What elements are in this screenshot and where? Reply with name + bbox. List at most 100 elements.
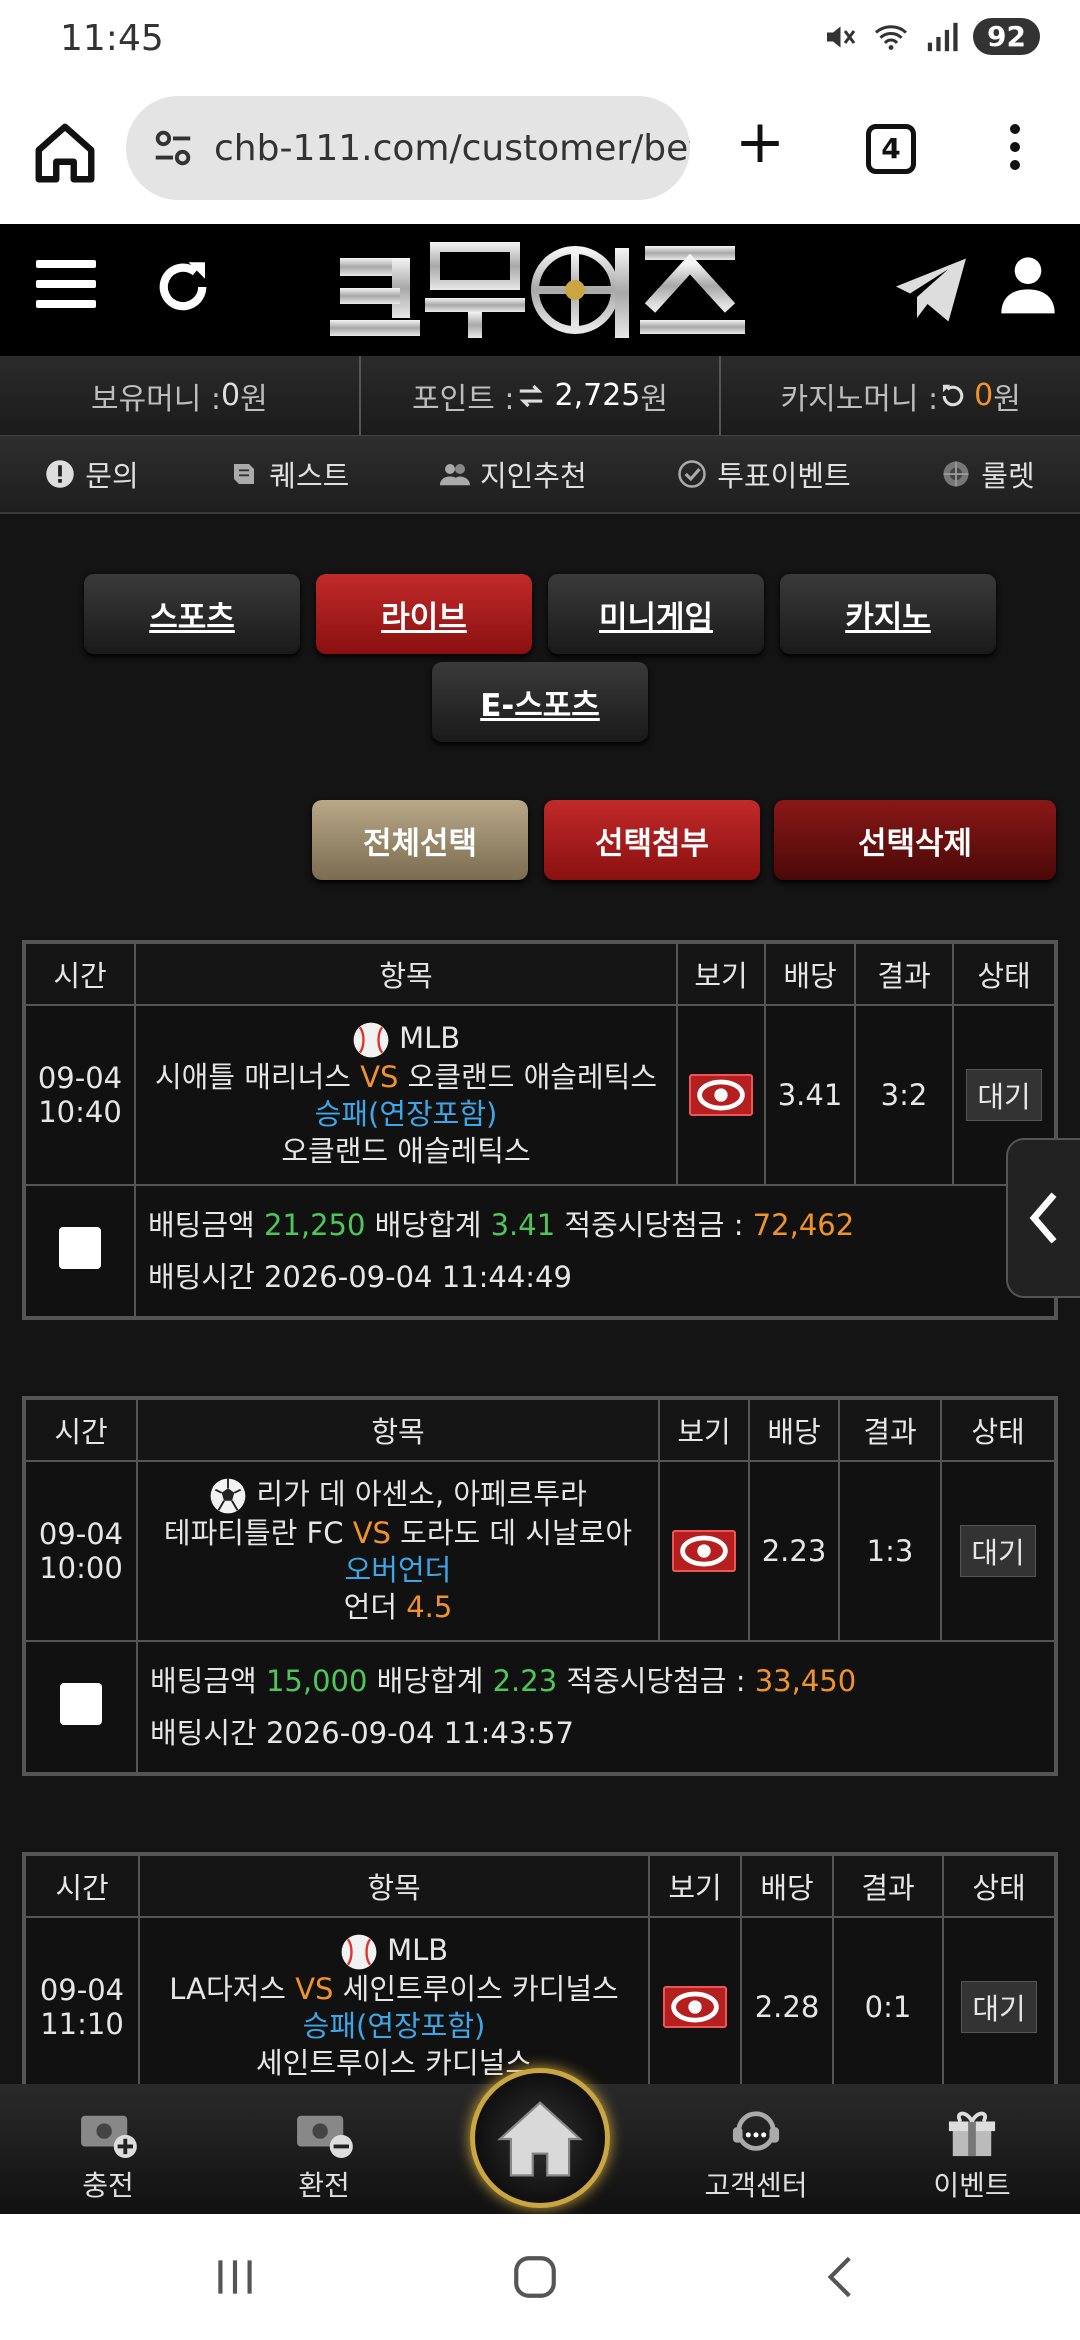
- col-time: 시간: [24, 1854, 140, 1918]
- support-icon: [732, 2111, 780, 2151]
- casino-money[interactable]: 카지노머니 : 0 원: [721, 356, 1080, 435]
- balance-bar: 보유머니 : 0 원 포인트 : 2,725 원 카지노머니 : 0 원: [0, 356, 1080, 436]
- bet-summary: 배팅금액 21,250 배당합계 3.41 적중시당첨금 : 72,462 배팅…: [134, 1184, 1056, 1318]
- eye-icon[interactable]: [689, 1074, 753, 1116]
- url-bar[interactable]: chb-111.com/customer/bet_: [126, 96, 690, 200]
- tab-switcher-button[interactable]: 4: [866, 124, 916, 174]
- gift-icon: [948, 2111, 996, 2157]
- browser-home-icon[interactable]: [30, 118, 100, 188]
- soccer-icon: [210, 1478, 246, 1514]
- bet-result: 3:2: [854, 1004, 954, 1186]
- home-button[interactable]: [470, 2068, 610, 2208]
- menu-item-quest[interactable]: 퀘스트: [229, 453, 349, 495]
- bet-odds: 2.23: [748, 1460, 840, 1642]
- tab-live[interactable]: 라이브: [316, 574, 532, 654]
- bet-item: MLB LA다저스 VS 세인트루이스 카디널스 승패(연장포함) 세인트루이스…: [138, 1916, 650, 2088]
- reload-icon[interactable]: [938, 381, 968, 411]
- point-money[interactable]: 포인트 : 2,725 원: [361, 356, 722, 435]
- bet-item: MLB 시애틀 매리너스 VS 오클랜드 애슬레틱스 승패(연장포함) 오클랜드…: [134, 1004, 678, 1186]
- tab-minigame[interactable]: 미니게임: [548, 574, 764, 654]
- attach-selected-button[interactable]: 선택첨부: [544, 800, 760, 880]
- nav-withdraw[interactable]: 환전: [216, 2084, 432, 2214]
- status-badge[interactable]: 대기: [960, 1525, 1036, 1577]
- eye-icon[interactable]: [663, 1986, 727, 2028]
- view-cell: [658, 1460, 750, 1642]
- hamburger-menu-icon[interactable]: [36, 260, 96, 314]
- refresh-icon[interactable]: [150, 254, 216, 320]
- system-home-icon[interactable]: [510, 2252, 560, 2302]
- select-cell: [24, 1640, 138, 1774]
- col-view: 보기: [676, 942, 766, 1006]
- col-time: 시간: [24, 942, 136, 1006]
- view-cell: [676, 1004, 766, 1186]
- eye-icon[interactable]: [672, 1530, 736, 1572]
- col-result: 결과: [838, 1398, 942, 1462]
- col-item: 항목: [138, 1854, 650, 1918]
- nav-event[interactable]: 이벤트: [864, 2084, 1080, 2214]
- status-bar: 11:45 92: [0, 0, 1080, 80]
- bet-checkbox[interactable]: [59, 1226, 101, 1269]
- bet-result: 0:1: [832, 1916, 944, 2088]
- col-status: 상태: [952, 942, 1056, 1006]
- menu-item-inquiry[interactable]: 문의: [45, 453, 139, 495]
- col-odds: 배당: [748, 1398, 840, 1462]
- menu-item-vote-event[interactable]: 투표이벤트: [677, 453, 851, 495]
- quest-icon: [234, 464, 255, 484]
- menu-item-referral[interactable]: 지인추천: [439, 453, 587, 495]
- mute-icon: [827, 26, 856, 47]
- exchange-icon[interactable]: [514, 381, 548, 411]
- site-settings-icon[interactable]: [150, 125, 196, 171]
- deposit-icon: [81, 2115, 137, 2158]
- col-status: 상태: [942, 1854, 1056, 1918]
- nav-support[interactable]: 고객센터: [648, 2084, 864, 2214]
- tab-sports[interactable]: 스포츠: [84, 574, 300, 654]
- col-status: 상태: [940, 1398, 1056, 1462]
- col-item: 항목: [134, 942, 678, 1006]
- user-icon[interactable]: [996, 246, 1060, 322]
- chevron-left-icon: [1029, 1192, 1057, 1244]
- bet-result: 1:3: [838, 1460, 942, 1642]
- recent-apps-icon[interactable]: [210, 2252, 260, 2302]
- hold-money: 보유머니 : 0 원: [0, 356, 361, 435]
- bet-card: 시간 항목 보기 배당 결과 상태 09-04 10:40 MLB 시애틀 매리너…: [22, 940, 1058, 1320]
- nav-deposit[interactable]: 충전: [0, 2084, 216, 2214]
- status-icons: 92: [821, 18, 1040, 55]
- tab-casino[interactable]: 카지노: [780, 574, 996, 654]
- back-icon[interactable]: [816, 2252, 866, 2302]
- bet-item: 리가 데 아센소, 아페르투라 테파티틀란 FC VS 도라도 데 시날로아 오…: [136, 1460, 660, 1642]
- view-cell: [648, 1916, 742, 2088]
- status-cell: 대기: [942, 1916, 1056, 2088]
- col-odds: 배당: [740, 1854, 834, 1918]
- site-logo[interactable]: [330, 228, 750, 352]
- bet-time: 09-04 11:10: [24, 1916, 140, 2088]
- col-time: 시간: [24, 1398, 138, 1462]
- site-header: [0, 224, 1080, 356]
- tab-esports[interactable]: E-스포츠: [432, 662, 648, 742]
- browser-menu-icon[interactable]: [1000, 118, 1030, 178]
- bet-odds: 2.28: [740, 1916, 834, 2088]
- signal-icon: [927, 22, 958, 51]
- status-badge[interactable]: 대기: [966, 1069, 1042, 1121]
- col-result: 결과: [854, 942, 954, 1006]
- browser-toolbar: chb-111.com/customer/bet_ + 4: [0, 80, 1080, 224]
- menu-item-roulette[interactable]: 룰렛: [941, 453, 1035, 495]
- vote-icon: [678, 460, 707, 488]
- system-nav-bar: [0, 2214, 1080, 2340]
- status-badge[interactable]: 대기: [961, 1981, 1037, 2033]
- status-time: 11:45: [60, 18, 164, 59]
- bet-checkbox[interactable]: [60, 1682, 102, 1725]
- info-icon: [46, 460, 75, 488]
- quick-menu: 문의 퀘스트 지인추천 투표이벤트 룰렛: [0, 436, 1080, 514]
- side-panel-toggle[interactable]: [1006, 1138, 1080, 1298]
- col-item: 항목: [136, 1398, 660, 1462]
- telegram-icon[interactable]: [886, 248, 976, 332]
- delete-selected-button[interactable]: 선택삭제: [774, 800, 1056, 880]
- status-cell: 대기: [940, 1460, 1056, 1642]
- new-tab-button[interactable]: +: [730, 112, 790, 174]
- baseball-icon: [353, 1022, 389, 1058]
- select-all-button[interactable]: 전체선택: [312, 800, 528, 880]
- col-view: 보기: [658, 1398, 750, 1462]
- col-odds: 배당: [764, 942, 856, 1006]
- col-view: 보기: [648, 1854, 742, 1918]
- bet-odds: 3.41: [764, 1004, 856, 1186]
